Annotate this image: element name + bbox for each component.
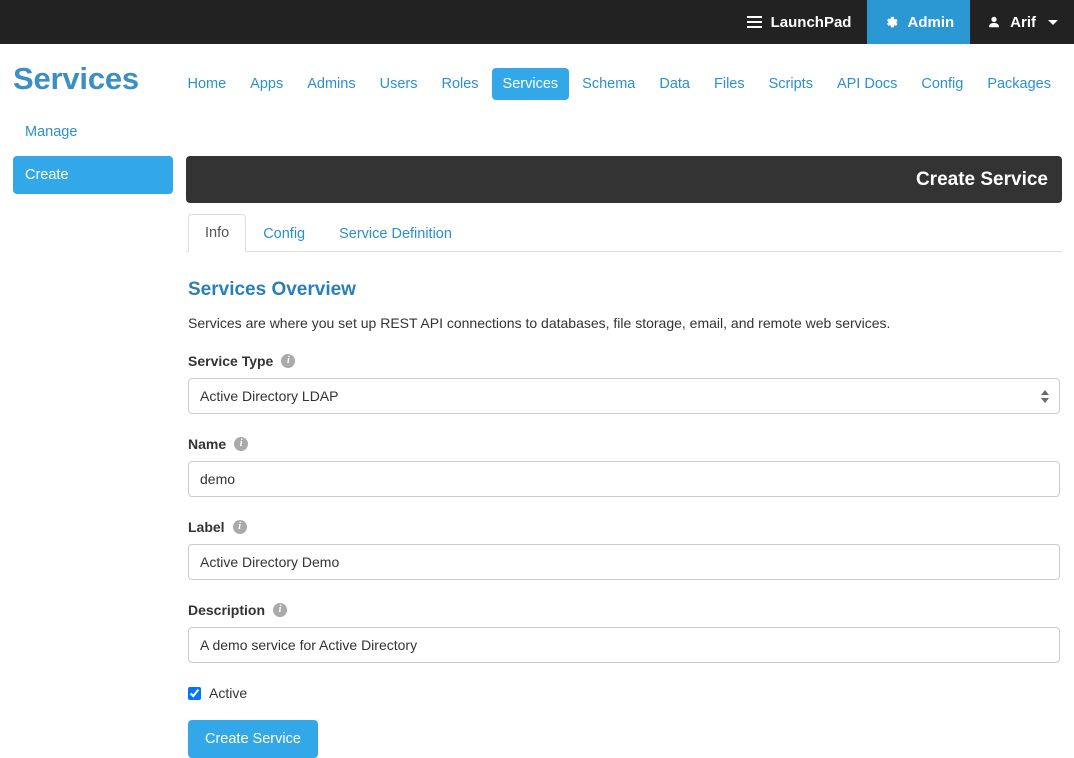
field-name: Name i <box>188 436 1060 497</box>
nav-item-data[interactable]: Data <box>648 68 701 100</box>
topbar-item-user[interactable]: Arif <box>970 0 1074 44</box>
header-row: Services Home Apps Admins Users Roles Se… <box>0 44 1074 100</box>
section-title: Services Overview <box>188 279 356 300</box>
label-text-name: Name <box>188 436 227 452</box>
description-input[interactable] <box>188 627 1060 663</box>
label-text-service-type: Service Type <box>188 353 274 369</box>
field-active: Active <box>188 685 1060 701</box>
nav-item-services[interactable]: Services <box>491 68 570 100</box>
topbar-item-launchpad[interactable]: LaunchPad <box>731 0 868 44</box>
main-navigation: Home Apps Admins Users Roles Services Sc… <box>176 62 1074 100</box>
service-type-select-wrapper: Active Directory LDAP <box>188 378 1060 414</box>
name-input[interactable] <box>188 461 1060 497</box>
info-icon[interactable]: i <box>273 603 288 617</box>
hamburger-icon <box>747 14 763 30</box>
sidebar-item-create[interactable]: Create <box>13 156 173 194</box>
nav-item-roles[interactable]: Roles <box>430 68 489 100</box>
nav-item-api-docs[interactable]: API Docs <box>826 68 908 100</box>
topbar-label-user: Arif <box>1010 13 1036 31</box>
topbar-label-admin: Admin <box>907 13 955 31</box>
panel-title: Create Service <box>915 168 1048 190</box>
nav-item-files[interactable]: Files <box>703 68 756 100</box>
top-bar: LaunchPad Admin Arif <box>0 0 1074 44</box>
field-label: Label i <box>188 519 1060 580</box>
tab-info[interactable]: Info <box>188 214 247 252</box>
page-title: Services <box>13 61 139 96</box>
nav-item-users[interactable]: Users <box>369 68 429 100</box>
active-checkbox[interactable] <box>188 686 201 700</box>
nav-item-schema[interactable]: Schema <box>571 68 646 100</box>
sidebar-item-manage[interactable]: Manage <box>13 118 173 146</box>
nav-item-scripts[interactable]: Scripts <box>758 68 824 100</box>
topbar-label-launchpad: LaunchPad <box>770 13 852 31</box>
chevron-down-icon <box>1048 19 1058 25</box>
main-content: Create Service Info Config Service Defin… <box>186 100 1074 758</box>
tab-bar: Info Config Service Definition <box>186 214 1062 252</box>
nav-item-apps[interactable]: Apps <box>239 68 294 100</box>
gear-icon <box>883 14 899 30</box>
panel-header: Create Service <box>186 156 1062 203</box>
info-icon[interactable]: i <box>234 437 249 451</box>
section-description: Services are where you set up REST API c… <box>188 315 891 331</box>
label-service-type: Service Type i <box>188 353 1060 369</box>
tab-service-definition[interactable]: Service Definition <box>322 215 469 252</box>
body-wrapper: Manage Create Create Service Info Config… <box>0 100 1074 758</box>
active-label: Active <box>209 685 248 701</box>
nav-item-config[interactable]: Config <box>910 68 974 100</box>
info-icon[interactable]: i <box>281 354 296 368</box>
nav-item-admins[interactable]: Admins <box>296 68 366 100</box>
info-icon[interactable]: i <box>232 520 247 534</box>
label-label: Label i <box>188 519 1060 535</box>
topbar-item-admin[interactable]: Admin <box>867 0 971 44</box>
label-input[interactable] <box>188 544 1060 580</box>
label-name: Name i <box>188 436 1060 452</box>
service-form: Services Overview Services are where you… <box>186 279 1062 758</box>
user-icon <box>986 14 1002 30</box>
tab-config[interactable]: Config <box>246 215 322 252</box>
nav-item-packages[interactable]: Packages <box>976 68 1062 100</box>
create-service-button[interactable]: Create Service <box>188 720 318 758</box>
field-description: Description i <box>188 602 1060 663</box>
sidebar: Manage Create <box>0 100 186 194</box>
label-text-label: Label <box>188 519 225 535</box>
service-type-select[interactable]: Active Directory LDAP <box>188 378 1060 414</box>
nav-item-home[interactable]: Home <box>176 68 237 100</box>
label-text-description: Description <box>188 602 266 618</box>
label-description: Description i <box>188 602 1060 618</box>
field-service-type: Service Type i Active Directory LDAP <box>188 353 1060 414</box>
